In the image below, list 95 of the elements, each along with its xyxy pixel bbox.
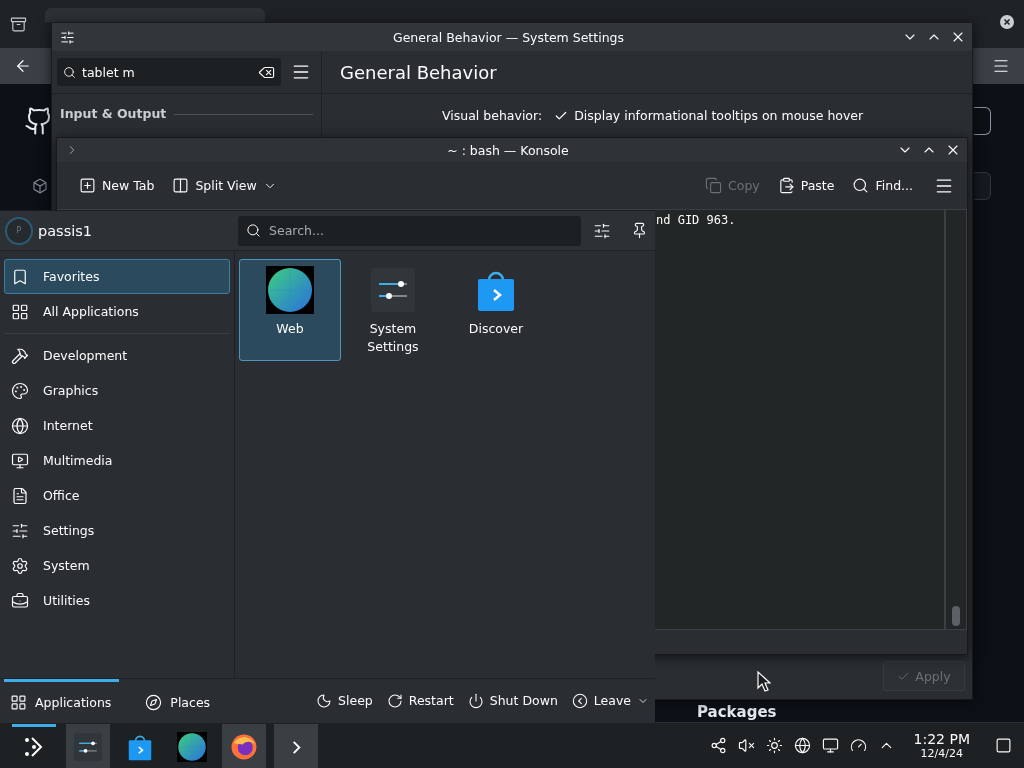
restart-icon (386, 692, 403, 709)
mouse-cursor-icon (757, 671, 771, 692)
sliders-app-icon (369, 266, 417, 314)
search-field[interactable]: tablet m (57, 58, 281, 86)
search-button[interactable]: Find... (846, 173, 919, 198)
page-title: General Behavior (339, 61, 497, 83)
grid-icon (10, 693, 27, 711)
clock[interactable]: 1:22 PM 12/4/24 (913, 731, 970, 760)
tab-list-icon (10, 15, 27, 33)
user-name: passis1 (38, 222, 92, 239)
close-tab-icon (1000, 15, 1014, 29)
clipboard-button[interactable]: Paste (771, 173, 841, 198)
hammer-icon (11, 346, 29, 365)
search-field[interactable]: Search... (238, 215, 581, 246)
category-item[interactable]: Favorites (4, 259, 230, 294)
category-item[interactable]: Multimedia (4, 443, 230, 478)
launcher-logo-icon (23, 736, 45, 758)
monitor-icon (11, 451, 29, 470)
user-avatar: P (5, 216, 33, 245)
sliders-icon (593, 221, 611, 240)
app-tile[interactable]: Discover (445, 259, 547, 361)
category-item[interactable]: Internet (4, 408, 230, 443)
menu-button[interactable] (291, 64, 311, 80)
grid-icon (11, 302, 29, 321)
brightness-icon (765, 737, 783, 754)
terminal-output: nd GID 963. (656, 213, 736, 227)
search-icon (63, 65, 76, 79)
leave-button[interactable]: Leave (571, 692, 649, 709)
toolbox-icon (11, 591, 29, 610)
split-view-button[interactable]: Split View (166, 173, 283, 198)
category-item[interactable]: System (4, 548, 230, 583)
window-title: General Behavior — System Settings (391, 29, 625, 45)
package-icon (32, 178, 48, 194)
clipboard-icon (777, 177, 795, 194)
category-item[interactable]: Settings (4, 513, 230, 548)
menu-icon (992, 57, 1010, 75)
app-tile[interactable]: System Settings (342, 259, 444, 361)
show-desktop-icon (995, 737, 1012, 754)
task-button[interactable] (222, 723, 266, 768)
settings-icon (11, 556, 29, 575)
bookmark-icon (11, 267, 29, 286)
category-label: Utilities (43, 593, 91, 608)
outline-button[interactable] (974, 107, 991, 135)
palette-icon (11, 381, 29, 400)
input-field[interactable] (974, 172, 991, 200)
category-label: All Applications (43, 304, 139, 319)
launcher-tab[interactable]: Places (139, 678, 219, 723)
moon-button[interactable]: Sleep (316, 692, 373, 709)
category-label: Internet (43, 418, 93, 433)
category-label: Multimedia (43, 453, 113, 468)
new-tab-icon (79, 177, 96, 194)
task-button[interactable] (66, 723, 110, 768)
window-title: ~ : bash — Konsole (446, 142, 570, 158)
section-heading: Packages (696, 704, 778, 720)
category-item[interactable]: Development (4, 338, 230, 373)
new-tab-button[interactable]: New Tab (73, 173, 161, 198)
app-tile[interactable]: Web (239, 259, 341, 361)
category-label: Favorites (43, 269, 100, 284)
category-label: Development (43, 348, 128, 363)
network-icon (709, 737, 727, 754)
scrollbar-thumb[interactable] (952, 606, 960, 626)
copy-icon (705, 177, 722, 194)
option-label: Visual behavior: (442, 108, 543, 123)
category-item[interactable]: Utilities (4, 583, 230, 618)
sliders-icon (60, 29, 75, 45)
globe-app-icon (177, 732, 207, 762)
search-icon (852, 177, 870, 194)
category-label: Settings (43, 523, 95, 538)
tooltip-checkbox[interactable]: Display informational tooltips on mouse hover (554, 108, 864, 123)
display-icon (821, 737, 839, 754)
category-label: Office (43, 488, 80, 503)
category-item[interactable]: Office (4, 478, 230, 513)
globe-app-icon (266, 266, 314, 314)
category-label: System (43, 558, 90, 573)
sliders-app-icon (73, 732, 103, 762)
restart-button[interactable]: Restart (386, 692, 454, 709)
moon-icon (316, 692, 333, 709)
sliders-icon (11, 521, 29, 540)
muted-speaker-icon (737, 737, 755, 754)
globe-icon (11, 416, 29, 435)
category-label: Graphics (43, 383, 99, 398)
document-icon (11, 486, 29, 505)
sidebar-section-title: Input & Output (60, 106, 167, 121)
category-item[interactable]: All Applications (4, 294, 230, 329)
globe-icon (793, 737, 811, 754)
power-button[interactable]: Shut Down (467, 692, 558, 709)
gauge-icon (849, 737, 867, 754)
pin-icon (631, 221, 648, 239)
compass-icon (145, 693, 163, 711)
power-icon (467, 692, 484, 709)
leave-icon (571, 692, 588, 709)
split-view-icon (172, 177, 190, 194)
fox-globe-icon (229, 732, 259, 762)
category-item[interactable]: Graphics (4, 373, 230, 408)
search-icon (246, 223, 261, 238)
